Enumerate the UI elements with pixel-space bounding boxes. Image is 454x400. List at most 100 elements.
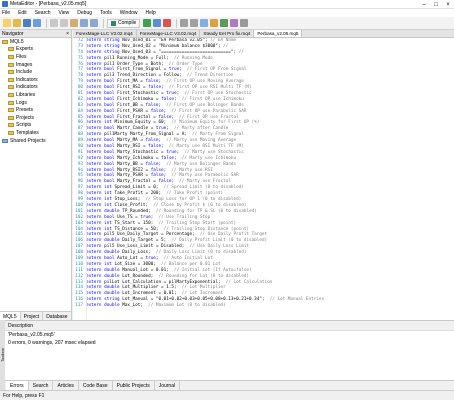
folder-icon (8, 54, 14, 59)
tree-item-label: Scripts (16, 122, 32, 129)
toolbar-separator (176, 18, 178, 28)
status-text: For Help, press F1 (3, 392, 45, 399)
navigator-header: Navigator × (0, 30, 71, 38)
terminal-icon[interactable] (200, 19, 209, 27)
options-icon[interactable] (240, 19, 249, 27)
code-line[interactable]: 117 extern double Max_Lot; // Maximum Lot… (73, 303, 454, 309)
toolbar-separator (103, 18, 104, 28)
new-file-icon[interactable] (3, 19, 11, 27)
folder-icon (8, 47, 14, 52)
stop-debug-icon[interactable] (163, 19, 172, 27)
compile-icon (111, 20, 116, 26)
copy-icon[interactable] (60, 19, 68, 27)
navigator-tabs: MQL5 Project Database (0, 311, 72, 321)
toolbox-header: Description (0, 321, 454, 331)
toolbar: Compile (0, 17, 454, 30)
undo-icon[interactable] (80, 19, 88, 27)
toolbox-side-label[interactable]: Toolbox (0, 320, 5, 390)
styler-icon[interactable] (210, 19, 219, 27)
tree-item-presets[interactable]: Presets (0, 106, 71, 114)
navigator-panel: Navigator × MQL5 Experts Files Images In… (0, 30, 72, 321)
tree-item-images[interactable]: Images (0, 61, 71, 69)
tree-item-templates[interactable]: Templates (0, 129, 71, 137)
folder-icon (8, 108, 14, 113)
save-all-icon[interactable] (33, 19, 41, 27)
save-icon[interactable] (23, 19, 31, 27)
close-icon[interactable]: × (442, 0, 454, 9)
close-icon[interactable]: × (66, 31, 69, 37)
line-number-gutter (86, 38, 87, 320)
status-bar: For Help, press F1 (0, 390, 454, 400)
tree-item-indicators-2[interactable]: Indicators (0, 84, 71, 92)
tree-item-label: Files (16, 53, 27, 60)
tree-item-label: Include (16, 69, 33, 76)
tree-item-label: Images (16, 61, 33, 68)
tree-item-label: Indicators (16, 76, 38, 83)
menu-tools[interactable]: Tools (100, 10, 112, 16)
folder-icon (8, 92, 14, 97)
tree-item-label: MQL5 (10, 38, 24, 45)
menu-edit[interactable]: Edit (18, 10, 27, 16)
cut-icon[interactable] (50, 19, 58, 27)
tree-item-include[interactable]: Include (0, 68, 71, 76)
menu-file[interactable]: File (2, 10, 10, 16)
editor-tab[interactable]: ForexMage-LLC V3.02.mq4 (137, 30, 201, 37)
editor-tab-strip: ForexMage-LLC V3.02.mq4 ForexMage-LLC V3… (73, 30, 454, 38)
code-editor[interactable]: 72 extern string Nov_Used_01 = "EA Perbas… (73, 38, 454, 320)
toolbox-toggle-icon[interactable] (190, 19, 199, 27)
menu-search[interactable]: Search (35, 10, 51, 16)
tree-item-files[interactable]: Files (0, 53, 71, 61)
tree-item-label: Logs (16, 99, 27, 106)
tree-item-projects[interactable]: Projects (0, 114, 71, 122)
tree-item-experts[interactable]: Experts (0, 46, 71, 54)
start-history-icon[interactable] (153, 19, 162, 27)
menu-help[interactable]: Help (146, 10, 156, 16)
tree-item-logs[interactable]: Logs (0, 99, 71, 107)
folder-icon (8, 70, 14, 75)
minimize-icon[interactable]: – (418, 0, 430, 9)
editor-tab[interactable]: Steady Eet Pro fix.mq4 (200, 30, 255, 37)
tree-item-label: Templates (16, 129, 39, 136)
toolbox-row[interactable]: 0 errors, 0 warnings, 207 msec elapsed (0, 339, 454, 347)
navigator-title: Navigator (2, 30, 24, 37)
window-title: MetaEditor - [Perbasa_v2.05.mq5] (10, 1, 87, 7)
folder-icon (2, 39, 8, 44)
bookmark-icon[interactable] (220, 19, 229, 27)
toolbox-row[interactable]: 'Perbasa_v2.05.mq5' (0, 331, 454, 339)
editor-tab[interactable]: ForexMage-LLC V3.02.mq4 (73, 30, 137, 37)
tree-item-label: Shared Projects (10, 137, 46, 144)
app-icon (2, 1, 8, 7)
folder-icon (8, 115, 14, 120)
paste-icon[interactable] (70, 19, 78, 27)
folder-icon (8, 62, 14, 67)
community-icon[interactable] (230, 19, 239, 27)
tree-item-label: Experts (16, 46, 33, 53)
redo-icon[interactable] (90, 19, 98, 27)
open-file-icon[interactable] (13, 19, 21, 27)
tree-item-shared-projects[interactable]: Shared Projects (0, 137, 71, 145)
menu-bar: File Edit Search View Debug Tools Window… (0, 9, 454, 17)
start-debug-icon[interactable] (143, 19, 152, 27)
tree-item-label: Indicators (16, 84, 38, 91)
compile-button[interactable]: Compile (107, 18, 141, 28)
menu-debug[interactable]: Debug (77, 10, 92, 16)
navigator-toggle-icon[interactable] (180, 19, 189, 27)
tree-item-libraries[interactable]: Libraries (0, 91, 71, 99)
tree-item-indicators[interactable]: Indicators (0, 76, 71, 84)
toolbox-tabs: Errors Search Articles Code Base Public … (0, 380, 454, 391)
menu-view[interactable]: View (59, 10, 70, 16)
line-number: 117 (75, 303, 83, 309)
folder-icon (8, 130, 14, 135)
folder-icon (2, 138, 8, 143)
tree-item-scripts[interactable]: Scripts (0, 122, 71, 130)
toolbox-row-text: 'Perbasa_v2.05.mq5' (8, 332, 55, 338)
tree-item-label: Presets (16, 107, 33, 114)
code-text: extern double Max_Lot; // Maximum Lot (0… (86, 303, 226, 309)
toolbox-panel: Description 'Perbasa_v2.05.mq5' 0 errors… (0, 320, 454, 391)
maximize-icon[interactable]: □ (430, 0, 442, 9)
editor-tab-active[interactable]: Perbasa_v2.05.mq5 (254, 30, 303, 37)
toolbox-row-text: 0 errors, 0 warnings, 207 msec elapsed (8, 340, 96, 346)
compile-label: Compile (118, 20, 137, 26)
tree-item-mql5[interactable]: MQL5 (0, 38, 71, 46)
menu-window[interactable]: Window (120, 10, 138, 16)
